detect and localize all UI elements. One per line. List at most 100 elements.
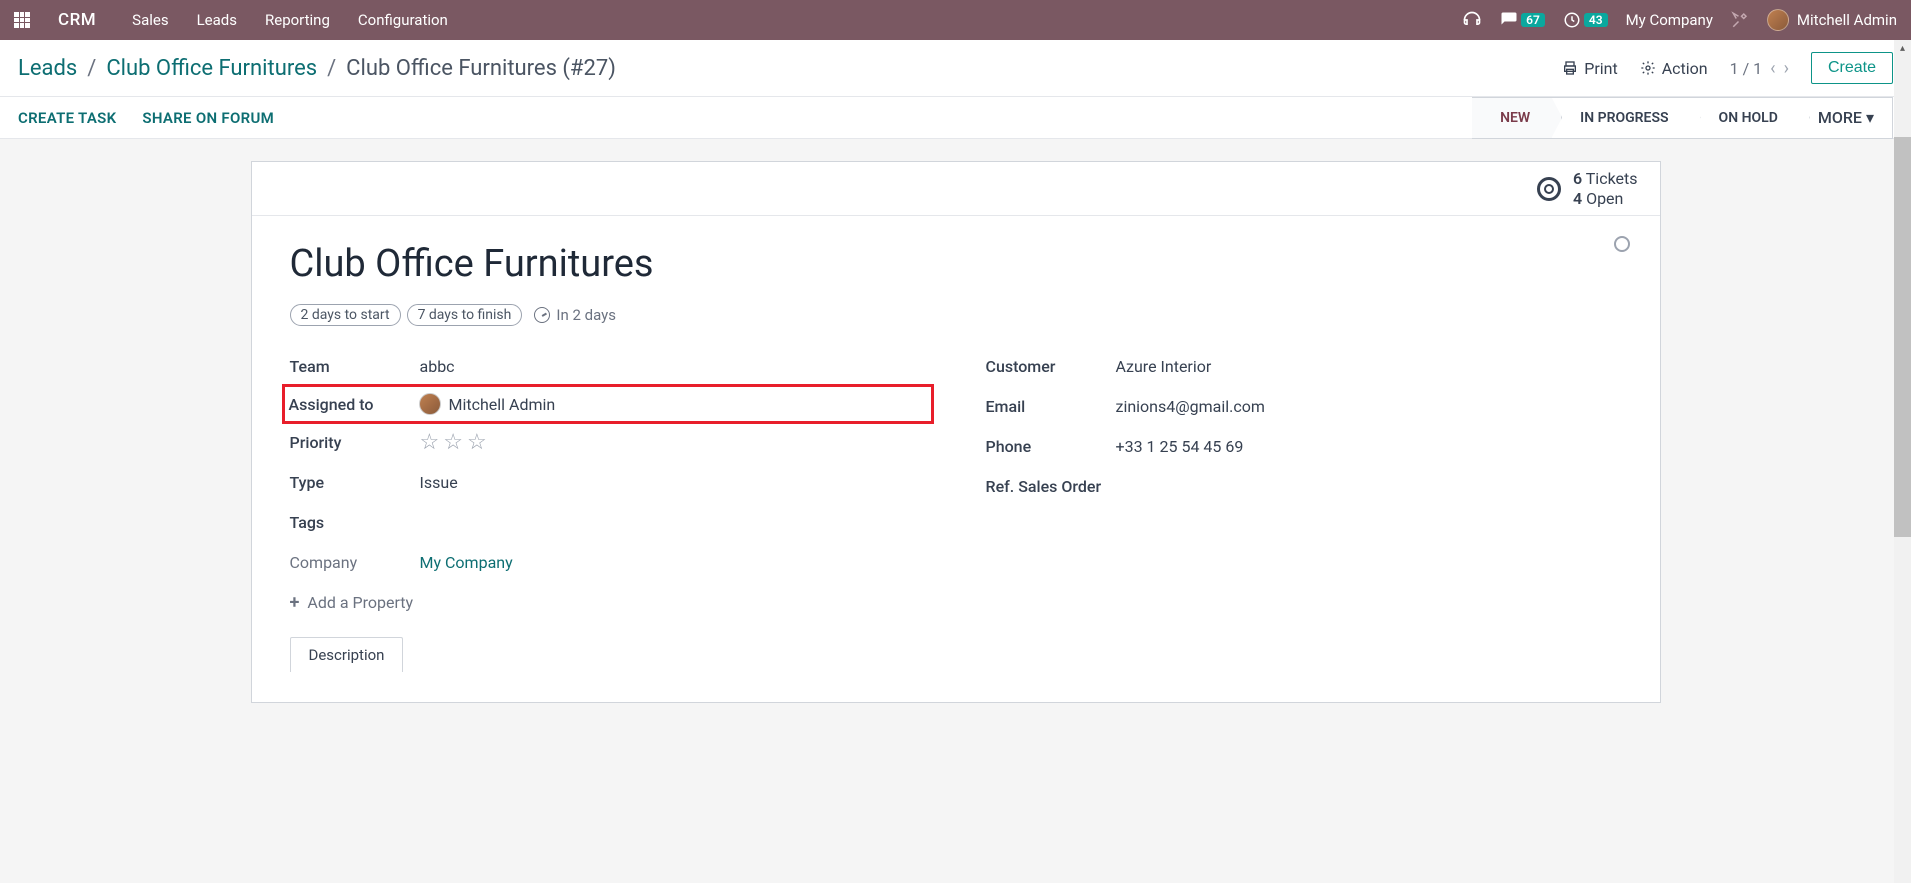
stage-more[interactable]: MORE▾	[1800, 97, 1893, 139]
field-tags: Tags	[290, 502, 926, 542]
breadcrumb: Leads / Club Office Furnitures / Club Of…	[18, 56, 616, 81]
field-team: Team abbc	[290, 346, 926, 386]
header-right: Print Action 1 / 1 ‹ › Create	[1562, 52, 1893, 84]
customer-label: Customer	[986, 357, 1116, 376]
timing-row: 2 days to start 7 days to finish In 2 da…	[290, 304, 1622, 326]
star-icon[interactable]: ☆	[467, 430, 487, 455]
form-sheet: 6 Tickets 4 Open Club Office Furnitures …	[251, 161, 1661, 703]
apps-icon[interactable]	[14, 12, 30, 28]
chat-badge: 67	[1521, 13, 1545, 27]
tab-description[interactable]: Description	[290, 637, 404, 672]
due-text: In 2 days	[556, 306, 616, 324]
phone-label: Phone	[986, 437, 1116, 456]
breadcrumb-sep: /	[327, 56, 336, 81]
assigned-value[interactable]: Mitchell Admin	[419, 393, 556, 415]
topbar: CRM Sales Leads Reporting Configuration …	[0, 0, 1911, 40]
pager: 1 / 1 ‹ ›	[1730, 58, 1789, 79]
nav-leads[interactable]: Leads	[197, 11, 237, 29]
nav-reporting[interactable]: Reporting	[265, 11, 330, 29]
print-button[interactable]: Print	[1562, 59, 1617, 78]
chip-days-to-start[interactable]: 2 days to start	[290, 304, 401, 326]
priority-label: Priority	[290, 433, 420, 452]
tabs: Description	[290, 637, 1622, 672]
type-value[interactable]: Issue	[420, 473, 458, 492]
user-name: Mitchell Admin	[1797, 11, 1897, 29]
share-forum-button[interactable]: SHARE ON FORUM	[142, 109, 274, 127]
phone-icon[interactable]	[1462, 10, 1482, 30]
top-nav: Sales Leads Reporting Configuration	[132, 11, 448, 29]
field-customer: Customer Azure Interior	[986, 346, 1622, 386]
breadcrumb-current: Club Office Furnitures (#27)	[346, 56, 616, 81]
scroll-up-icon[interactable]: ▴	[1894, 40, 1911, 57]
assignee-name: Mitchell Admin	[449, 395, 556, 414]
action-button[interactable]: Action	[1640, 59, 1708, 78]
user-menu[interactable]: Mitchell Admin	[1767, 9, 1897, 31]
tools-icon[interactable]	[1731, 11, 1749, 29]
stage-new[interactable]: NEW	[1472, 97, 1552, 139]
assigned-label: Assigned to	[289, 395, 419, 414]
ref-label: Ref. Sales Order	[986, 477, 1146, 496]
plus-icon: +	[290, 592, 300, 613]
company-selector[interactable]: My Company	[1626, 11, 1713, 29]
company-value[interactable]: My Company	[420, 553, 513, 572]
stage-in-progress[interactable]: IN PROGRESS	[1552, 97, 1690, 139]
action-bar: CREATE TASK SHARE ON FORUM NEW IN PROGRE…	[0, 97, 1911, 139]
breadcrumb-mid[interactable]: Club Office Furnitures	[106, 56, 317, 81]
right-column: Customer Azure Interior Email zinions4@g…	[986, 346, 1622, 613]
create-button[interactable]: Create	[1811, 52, 1893, 84]
left-column: Team abbc Assigned to Mitchell Admin Pri…	[290, 346, 926, 613]
create-task-button[interactable]: CREATE TASK	[18, 109, 116, 127]
tickets-text: 6 Tickets 4 Open	[1573, 169, 1638, 207]
team-label: Team	[290, 357, 420, 376]
avatar-icon	[1767, 9, 1789, 31]
email-value[interactable]: zinions4@gmail.com	[1116, 397, 1265, 416]
record-title[interactable]: Club Office Furnitures	[290, 242, 1622, 286]
pager-next[interactable]: ›	[1784, 58, 1789, 79]
field-ref-sales-order: Ref. Sales Order	[986, 466, 1622, 506]
tags-label: Tags	[290, 513, 420, 532]
pager-value: 1 / 1	[1730, 59, 1763, 78]
field-priority: Priority ☆ ☆ ☆	[290, 422, 926, 462]
assignee-avatar-icon	[419, 393, 441, 415]
add-property-button[interactable]: + Add a Property	[290, 592, 926, 613]
chat-icon[interactable]: 67	[1500, 11, 1545, 29]
stage-bar: NEW IN PROGRESS ON HOLD MORE▾	[1472, 97, 1893, 139]
stage-on-hold[interactable]: ON HOLD	[1691, 97, 1800, 139]
topbar-left: CRM Sales Leads Reporting Configuration	[14, 10, 448, 30]
scrollbar[interactable]: ▴	[1894, 40, 1911, 883]
field-columns: Team abbc Assigned to Mitchell Admin Pri…	[290, 346, 1622, 613]
sheet-top: 6 Tickets 4 Open	[252, 162, 1660, 216]
sheet-body: Club Office Furnitures 2 days to start 7…	[252, 216, 1660, 702]
chip-days-to-finish[interactable]: 7 days to finish	[407, 304, 523, 326]
content: 6 Tickets 4 Open Club Office Furnitures …	[0, 139, 1911, 725]
field-phone: Phone +33 1 25 54 45 69	[986, 426, 1622, 466]
field-type: Type Issue	[290, 462, 926, 502]
tickets-button[interactable]: 6 Tickets 4 Open	[1537, 169, 1638, 207]
kanban-state-dot[interactable]	[1614, 236, 1630, 252]
team-value[interactable]: abbc	[420, 357, 455, 376]
lifebuoy-icon	[1537, 177, 1561, 201]
breadcrumb-root[interactable]: Leads	[18, 56, 77, 81]
breadcrumb-sep: /	[87, 56, 96, 81]
star-icon[interactable]: ☆	[420, 430, 440, 455]
topbar-right: 67 43 My Company Mitchell Admin	[1462, 9, 1897, 31]
caret-down-icon: ▾	[1866, 108, 1874, 127]
type-label: Type	[290, 473, 420, 492]
field-email: Email zinions4@gmail.com	[986, 386, 1622, 426]
clock-badge: 43	[1584, 13, 1608, 27]
header-bar: Leads / Club Office Furnitures / Club Of…	[0, 40, 1911, 97]
nav-sales[interactable]: Sales	[132, 11, 168, 29]
customer-value[interactable]: Azure Interior	[1116, 357, 1212, 376]
nav-configuration[interactable]: Configuration	[358, 11, 448, 29]
clock-icon[interactable]: 43	[1563, 11, 1608, 29]
pager-prev[interactable]: ‹	[1770, 58, 1775, 79]
field-company: Company My Company	[290, 542, 926, 582]
phone-value[interactable]: +33 1 25 54 45 69	[1116, 437, 1244, 456]
star-icon[interactable]: ☆	[443, 430, 463, 455]
clock-icon	[534, 307, 550, 323]
scroll-thumb[interactable]	[1894, 137, 1911, 537]
priority-stars[interactable]: ☆ ☆ ☆	[420, 430, 487, 455]
company-label: Company	[290, 553, 420, 572]
brand[interactable]: CRM	[58, 10, 96, 30]
field-assigned-to: Assigned to Mitchell Admin	[282, 384, 934, 424]
